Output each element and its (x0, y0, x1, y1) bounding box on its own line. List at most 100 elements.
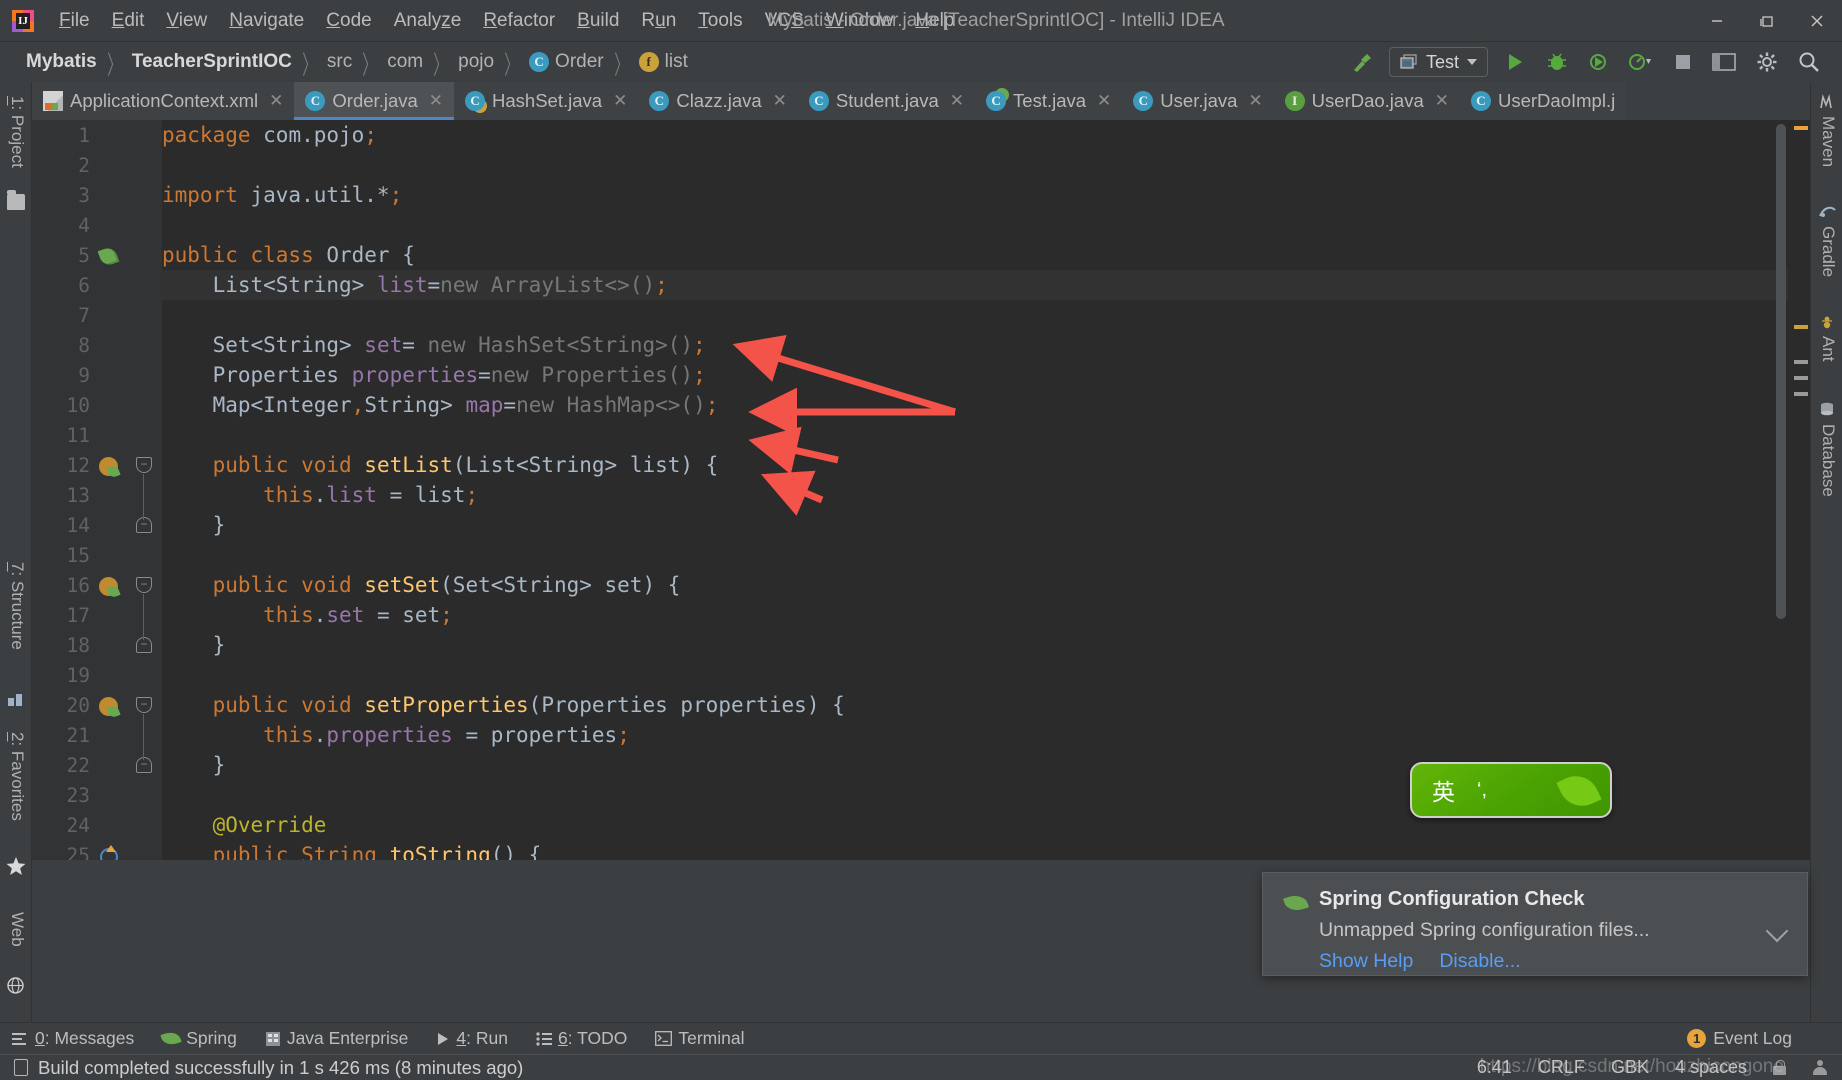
sidebar-item-favorites[interactable]: 2: Favorites (7, 732, 27, 821)
menu-window[interactable]: Window (815, 7, 905, 35)
gutter-line[interactable]: 3 (32, 180, 162, 210)
hammer-icon[interactable] (1347, 47, 1377, 77)
menu-file[interactable]: File (48, 7, 101, 35)
bottom-item-spring[interactable]: Spring (150, 1026, 249, 1051)
breadcrumb-item-pojo[interactable]: pojo (458, 51, 494, 73)
editor-tab-order-java[interactable]: C Order.java ✕ (294, 82, 455, 120)
gutter-line[interactable]: 8 (32, 330, 162, 360)
gutter-line[interactable]: 11 (32, 420, 162, 450)
restore-layout-icon[interactable] (1710, 47, 1740, 77)
gutter-line[interactable]: 6 (32, 270, 162, 300)
close-icon[interactable]: ✕ (773, 91, 787, 111)
fold-top-icon[interactable]: − (136, 577, 152, 593)
spring-bean-property-icon[interactable] (99, 457, 118, 476)
fold-bottom-icon[interactable]: − (136, 637, 152, 653)
editor-tab-applicationcontext-xml[interactable]: ApplicationContext.xml ✕ (32, 82, 295, 120)
editor-tab-clazz-java[interactable]: C Clazz.java ✕ (638, 82, 798, 120)
gutter-line[interactable]: 2 (32, 150, 162, 180)
code-line[interactable]: public void setList(List<String> list) { (162, 450, 719, 480)
disable-link[interactable]: Disable... (1439, 950, 1520, 973)
code-line[interactable]: public void setSet(Set<String> set) { (162, 570, 681, 600)
menu-vcs[interactable]: VCS (754, 7, 815, 35)
gutter-line[interactable]: 15 (32, 540, 162, 570)
close-icon[interactable]: ✕ (950, 91, 964, 111)
editor-tab-test-java[interactable]: C Test.java ✕ (975, 82, 1123, 120)
sidebar-item-maven[interactable]: Maven (1818, 116, 1838, 167)
close-icon[interactable]: ✕ (1097, 91, 1111, 111)
file-encoding[interactable]: GBK (1611, 1057, 1649, 1078)
chevron-down-icon[interactable] (1467, 59, 1477, 65)
close-button[interactable] (1792, 0, 1842, 42)
editor-tab-user-java[interactable]: C User.java ✕ (1122, 82, 1274, 120)
gutter-line[interactable]: 19 (32, 660, 162, 690)
menu-refactor[interactable]: Refactor (472, 7, 566, 35)
breadcrumb-item-mybatis[interactable]: Mybatis (26, 51, 97, 73)
gutter-line[interactable]: 5 (32, 240, 162, 270)
menu-code[interactable]: Code (315, 7, 382, 35)
gutter-line[interactable]: 25 (32, 840, 162, 860)
breadcrumb-item-src[interactable]: src (327, 51, 352, 73)
gutter-line[interactable]: 4 (32, 210, 162, 240)
spring-bean-icon[interactable] (97, 245, 120, 268)
menu-run[interactable]: Run (630, 7, 687, 35)
maximize-button[interactable] (1742, 0, 1792, 42)
gutter-line[interactable]: 10 (32, 390, 162, 420)
sidebar-item-project[interactable]: 1: Project (7, 96, 27, 168)
fold-top-icon[interactable]: − (136, 457, 152, 473)
code-line[interactable]: Set<String> set= new HashSet<String>(); (162, 330, 706, 360)
spring-bean-property-icon[interactable] (99, 697, 118, 716)
scrollbar-thumb[interactable] (1776, 124, 1786, 619)
menu-view[interactable]: View (155, 7, 218, 35)
gutter-line[interactable]: 24 (32, 810, 162, 840)
breadcrumb-item-order[interactable]: C Order (529, 51, 604, 73)
chevron-down-icon[interactable] (1765, 919, 1789, 943)
spring-bean-property-icon[interactable] (99, 577, 118, 596)
code-line[interactable]: public void setProperties(Properties pro… (162, 690, 845, 720)
sidebar-item-gradle[interactable]: Gradle (1818, 226, 1838, 277)
stop-icon[interactable] (1668, 47, 1698, 77)
close-icon[interactable]: ✕ (1435, 91, 1449, 111)
run-with-coverage-icon[interactable] (1584, 47, 1614, 77)
breadcrumb-item-com[interactable]: com (387, 51, 423, 73)
lock-icon[interactable] (1773, 1060, 1786, 1075)
code-line[interactable]: Map<Integer,String> map=new HashMap<>(); (162, 390, 719, 420)
code-line[interactable]: this.list = list; (162, 480, 478, 510)
bottom-item-run[interactable]: 4: Run (424, 1026, 520, 1051)
minimize-button[interactable] (1692, 0, 1742, 42)
menu-help[interactable]: Help (904, 7, 965, 35)
gear-icon[interactable] (1752, 47, 1782, 77)
cursor-position[interactable]: 6:41 (1477, 1057, 1512, 1078)
code-line[interactable]: List<String> list=new ArrayList<>(); (162, 270, 668, 300)
bottom-item-todo[interactable]: 6: TODO (524, 1026, 639, 1051)
gutter-line[interactable]: 23 (32, 780, 162, 810)
menu-build[interactable]: Build (566, 7, 630, 35)
sidebar-item-structure[interactable]: 7: Structure (7, 562, 27, 650)
editor-tab-userdaoimpl-j[interactable]: C UserDaoImpl.j (1460, 82, 1627, 120)
code-line[interactable]: } (162, 750, 226, 780)
editor-tab-student-java[interactable]: C Student.java ✕ (797, 82, 976, 120)
search-icon[interactable] (1794, 47, 1824, 77)
line-separator[interactable]: CRLF (1538, 1057, 1585, 1078)
fold-top-icon[interactable]: − (136, 697, 152, 713)
close-icon[interactable]: ✕ (1248, 91, 1262, 111)
notification-popup[interactable]: Spring Configuration Check Unmapped Spri… (1262, 872, 1808, 976)
menu-navigate[interactable]: Navigate (218, 7, 315, 35)
close-icon[interactable]: ✕ (269, 91, 283, 111)
gutter-line[interactable]: 9 (32, 360, 162, 390)
sidebar-item-database[interactable]: Database (1818, 424, 1838, 497)
close-icon[interactable]: ✕ (429, 91, 443, 111)
code-line[interactable]: Properties properties=new Properties(); (162, 360, 706, 390)
code-line[interactable]: @Override (162, 810, 327, 840)
code-line[interactable]: } (162, 510, 226, 540)
editor-gutter[interactable]: 1 2 3 4 5 6 7 8 9 10 11 12−13 14−15 16−17 18−19 20−21 22… (32, 120, 162, 860)
run-configuration-selector[interactable]: Test (1388, 47, 1488, 77)
profile-icon[interactable] (1626, 47, 1656, 77)
user-icon[interactable] (1812, 1059, 1828, 1076)
editor-tab-hashset-java[interactable]: C HashSet.java ✕ (454, 82, 639, 120)
code-line[interactable]: public class Order { (162, 240, 415, 270)
close-icon[interactable]: ✕ (613, 91, 627, 111)
editor-tab-userdao-java[interactable]: I UserDao.java ✕ (1273, 82, 1460, 120)
ime-indicator[interactable]: 英 ‘, (1410, 762, 1612, 818)
code-line[interactable]: public String toString() { (162, 840, 542, 860)
fold-bottom-icon[interactable]: − (136, 517, 152, 533)
